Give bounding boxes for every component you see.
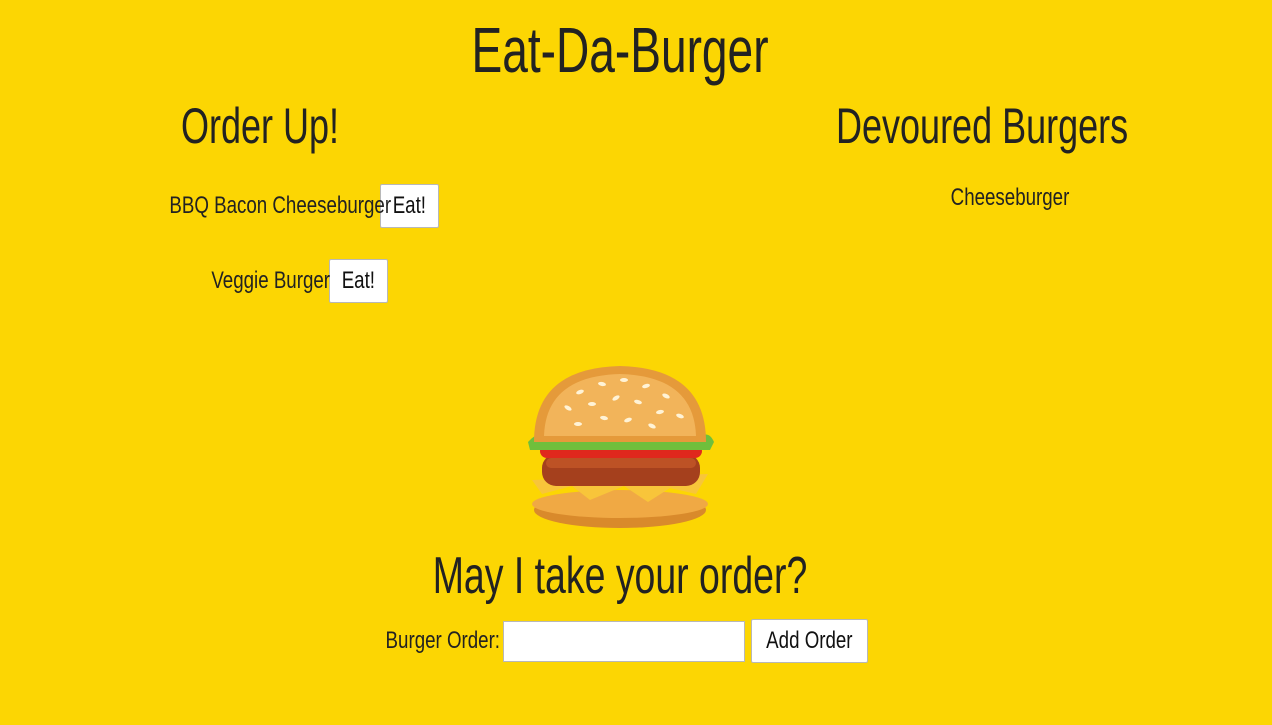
hamburger-icon <box>528 366 714 528</box>
eat-button[interactable]: Eat! <box>329 259 388 303</box>
burger-order-label: Burger Order: <box>385 627 500 654</box>
burger-name: Veggie Burger <box>211 267 330 294</box>
eat-button-label: Eat! <box>341 267 376 294</box>
burger-order-input[interactable] <box>503 620 745 662</box>
order-form-heading: May I take your order? <box>432 547 808 605</box>
burger-name: BBQ Bacon Cheeseburger <box>169 192 392 219</box>
order-form: Burger Order: Add Order <box>300 619 868 663</box>
devoured-burgers-heading: Devoured Burgers <box>836 98 1129 154</box>
app-title: Eat-Da-Burger <box>471 14 769 86</box>
add-order-button-label: Add Order <box>766 627 853 654</box>
order-up-item: Veggie Burger Eat! <box>110 259 388 303</box>
devoured-item: Cheeseburger <box>950 184 1070 211</box>
add-order-button[interactable]: Add Order <box>751 619 868 663</box>
eat-button-label: Eat! <box>392 192 427 219</box>
order-up-heading: Order Up! <box>180 98 340 154</box>
order-up-item: BBQ Bacon Cheeseburger Eat! <box>110 184 439 228</box>
